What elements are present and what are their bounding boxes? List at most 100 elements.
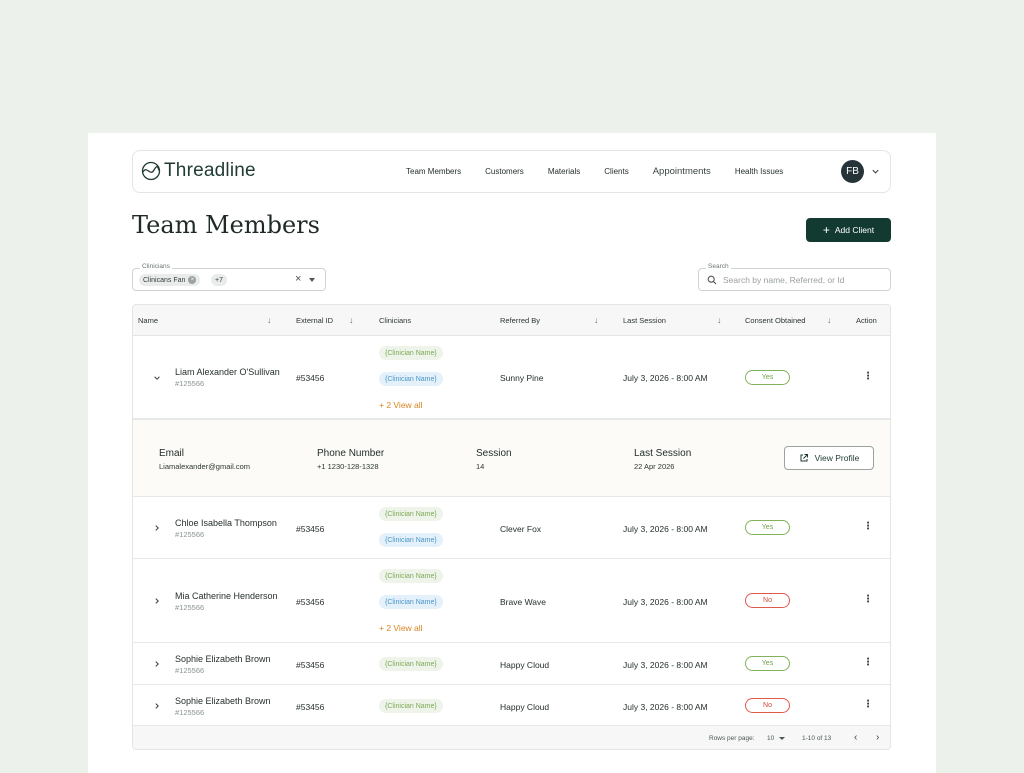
- member-id: #125566: [175, 666, 205, 675]
- user-avatar[interactable]: FB: [841, 160, 864, 183]
- col-action: Action: [856, 316, 877, 325]
- consent-badge: Yes: [745, 370, 790, 385]
- nav-customers[interactable]: Customers: [485, 167, 524, 176]
- chip-remove-icon[interactable]: ×: [188, 276, 197, 284]
- table-row[interactable]: Mia Catherine Henderson #125566 #53456 {…: [133, 559, 890, 643]
- chevron-right-icon[interactable]: [153, 660, 161, 668]
- col-clinicians: Clinicians: [379, 316, 412, 325]
- clinician-tag: {Clinician Name}: [379, 595, 443, 609]
- member-name: Mia Catherine Henderson: [175, 591, 278, 601]
- external-id: #53456: [296, 524, 325, 534]
- col-external-id[interactable]: External ID: [296, 316, 333, 325]
- col-referred-by[interactable]: Referred By: [500, 316, 540, 325]
- col-consent[interactable]: Consent Obtained: [745, 316, 805, 325]
- view-all-link[interactable]: + 2 View all: [379, 623, 423, 633]
- sort-arrow-icon[interactable]: ↓: [349, 315, 354, 325]
- member-name: Sophie Elizabeth Brown: [175, 654, 271, 664]
- view-profile-button[interactable]: View Profile: [784, 446, 874, 470]
- external-id: #53456: [296, 660, 325, 670]
- sort-arrow-icon[interactable]: ↓: [717, 315, 722, 325]
- prev-page-icon[interactable]: ‹: [854, 732, 857, 743]
- table-row[interactable]: Sophie Elizabeth Brown #125566 #53456 {C…: [133, 685, 890, 726]
- add-client-button[interactable]: + Add Client: [806, 218, 891, 242]
- member-id: #125566: [175, 708, 205, 717]
- table-header: Name ↓ External ID ↓ Clinicians Referred…: [133, 305, 890, 336]
- member-id: #125566: [175, 530, 205, 539]
- search-icon: [707, 275, 717, 285]
- clear-icon[interactable]: ×: [295, 273, 301, 285]
- external-link-icon: [800, 454, 808, 462]
- more-options-icon[interactable]: ⋮: [863, 699, 873, 710]
- clinician-tag: {Clinician Name}: [379, 507, 443, 521]
- last-session: July 3, 2026 - 8:00 AM: [623, 373, 708, 383]
- search-label: Search: [706, 263, 731, 270]
- sort-arrow-icon[interactable]: ↓: [594, 315, 599, 325]
- brand-logo[interactable]: Threadline: [141, 160, 256, 182]
- last-session: July 3, 2026 - 8:00 AM: [623, 524, 708, 534]
- nav-team-members[interactable]: Team Members: [406, 167, 461, 176]
- detail-phone: +1 1230-128-1328: [317, 462, 379, 471]
- page-title: Team Members: [132, 211, 320, 239]
- last-session: July 3, 2026 - 8:00 AM: [623, 660, 708, 670]
- nav-menu: Team Members Customers Materials Clients…: [406, 151, 807, 192]
- chevron-right-icon[interactable]: [153, 524, 161, 532]
- name-cell: Chloe Isabella Thompson #125566: [175, 518, 277, 539]
- page-range: 1-10 of 13: [802, 735, 832, 742]
- detail-session-label: Session: [476, 448, 512, 459]
- view-all-link[interactable]: + 2 View all: [379, 400, 423, 410]
- plus-icon: +: [822, 223, 830, 237]
- view-profile-label: View Profile: [814, 453, 860, 463]
- referred-by: Happy Cloud: [500, 660, 550, 670]
- more-options-icon[interactable]: ⋮: [863, 657, 873, 668]
- detail-phone-label: Phone Number: [317, 448, 385, 459]
- more-options-icon[interactable]: ⋮: [863, 371, 873, 382]
- name-cell: Sophie Elizabeth Brown #125566: [175, 696, 271, 717]
- last-session: July 3, 2026 - 8:00 AM: [623, 597, 708, 607]
- threadline-logo-icon: [141, 161, 161, 181]
- more-options-icon[interactable]: ⋮: [863, 521, 873, 532]
- chevron-down-icon[interactable]: [871, 167, 880, 176]
- table-row[interactable]: Chloe Isabella Thompson #125566 #53456 {…: [133, 497, 890, 559]
- consent-badge: Yes: [745, 520, 790, 535]
- nav-clients[interactable]: Clients: [604, 167, 628, 176]
- brand-name: Threadline: [164, 160, 256, 181]
- search-box: Search: [698, 263, 891, 291]
- name-cell: Liam Alexander O'Sullivan #125566: [175, 367, 280, 388]
- chevron-right-icon[interactable]: [153, 597, 161, 605]
- chevron-right-icon[interactable]: [153, 702, 161, 710]
- next-page-icon[interactable]: ›: [876, 732, 879, 743]
- col-name[interactable]: Name: [138, 316, 158, 325]
- referred-by: Clever Fox: [500, 524, 542, 534]
- detail-email: Liamalexander@gmail.com: [159, 462, 250, 471]
- clinician-tag: {Clinician Name}: [379, 699, 443, 713]
- chevron-down-icon[interactable]: [153, 374, 161, 382]
- clinicians-filter[interactable]: Clinicians Clinicans Fan × +7 ×: [132, 263, 326, 291]
- table-row[interactable]: Sophie Elizabeth Brown #125566 #53456 {C…: [133, 643, 890, 685]
- member-name: Chloe Isabella Thompson: [175, 518, 277, 528]
- clinician-tag: {Clinician Name}: [379, 657, 443, 671]
- detail-last-session: 22 Apr 2026: [634, 462, 675, 471]
- filter-chip[interactable]: Clinicans Fan ×: [139, 274, 201, 286]
- caret-down-icon[interactable]: [309, 278, 315, 282]
- member-id: #125566: [175, 379, 205, 388]
- sort-arrow-icon[interactable]: ↓: [827, 315, 832, 325]
- nav-appointments[interactable]: Appointments: [653, 166, 711, 177]
- filter-chip-label: Clinicans Fan: [143, 276, 186, 284]
- external-id: #53456: [296, 597, 325, 607]
- team-members-table: Name ↓ External ID ↓ Clinicians Referred…: [132, 304, 891, 750]
- col-last-session[interactable]: Last Session: [623, 316, 666, 325]
- table-row[interactable]: Liam Alexander O'Sullivan #125566 #53456…: [133, 336, 890, 419]
- sort-arrow-icon[interactable]: ↓: [267, 315, 272, 325]
- more-options-icon[interactable]: ⋮: [863, 594, 873, 605]
- caret-down-icon[interactable]: [779, 737, 785, 740]
- rows-per-page-select[interactable]: 10: [767, 735, 774, 742]
- consent-badge: Yes: [745, 656, 790, 671]
- search-input[interactable]: [723, 273, 883, 287]
- main-card: Threadline Team Members Customers Materi…: [88, 133, 936, 773]
- filter-more-chip[interactable]: +7: [211, 274, 227, 286]
- external-id: #53456: [296, 702, 325, 712]
- detail-session: 14: [476, 462, 485, 471]
- referred-by: Happy Cloud: [500, 702, 550, 712]
- nav-materials[interactable]: Materials: [548, 167, 580, 176]
- nav-health-issues[interactable]: Health Issues: [735, 167, 783, 176]
